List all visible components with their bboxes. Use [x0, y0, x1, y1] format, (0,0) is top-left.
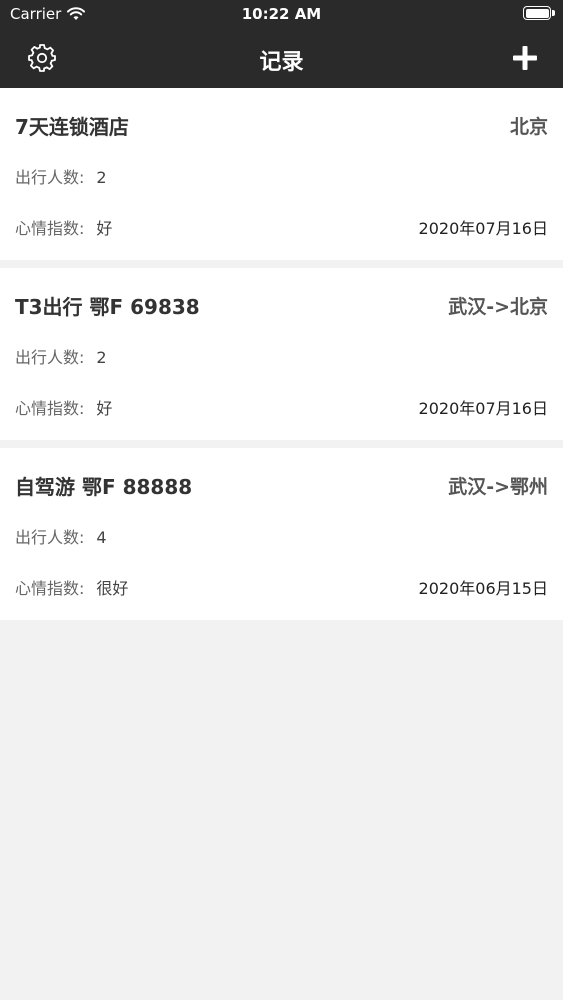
- status-time: 10:22 AM: [241, 5, 322, 23]
- record-date: 2020年07月16日: [418, 219, 548, 238]
- people-value: 2: [96, 168, 107, 187]
- people-value: 2: [96, 348, 107, 367]
- record-card[interactable]: T3出行 鄂F 69838 武汉->北京 出行人数: 2 心情指数: 好 2020年…: [0, 268, 563, 440]
- people-label: 出行人数:: [15, 348, 85, 367]
- page-title: 记录: [259, 50, 304, 75]
- mood-label: 心情指数:: [15, 219, 85, 238]
- record-title: 自驾游 鄂F 88888: [15, 475, 193, 499]
- mood-row: 心情指数: 很好: [15, 575, 128, 599]
- people-value: 4: [96, 528, 107, 547]
- record-title: 7天连锁酒店: [15, 115, 129, 139]
- record-title: T3出行 鄂F 69838: [15, 295, 200, 319]
- status-bar: Carrier 10:22 AM: [0, 0, 563, 30]
- mood-label: 心情指数:: [15, 579, 85, 598]
- record-date: 2020年07月16日: [418, 399, 548, 418]
- record-date: 2020年06月15日: [418, 579, 548, 598]
- record-card[interactable]: 7天连锁酒店 北京 出行人数: 2 心情指数: 好 2020年07月16日: [0, 88, 563, 260]
- record-card[interactable]: 自驾游 鄂F 88888 武汉->鄂州 出行人数: 4 心情指数: 很好 2020年…: [0, 448, 563, 620]
- mood-label: 心情指数:: [15, 399, 85, 418]
- record-route: 北京: [509, 116, 548, 138]
- mood-value: 很好: [96, 579, 129, 598]
- record-route: 武汉->鄂州: [448, 476, 548, 498]
- battery-icon: [523, 6, 555, 20]
- battery-fill: [525, 8, 549, 18]
- people-label: 出行人数:: [15, 168, 85, 187]
- header: Carrier 10:22 AM 记录: [0, 0, 563, 88]
- plus-icon[interactable]: [509, 42, 541, 74]
- people-row: 出行人数: 2: [15, 164, 107, 188]
- mood-value: 好: [96, 399, 113, 418]
- people-row: 出行人数: 4: [15, 524, 107, 548]
- mood-row: 心情指数: 好: [15, 395, 112, 419]
- navigation-bar: 记录: [0, 30, 563, 88]
- record-route: 武汉->北京: [448, 296, 548, 318]
- people-label: 出行人数:: [15, 528, 85, 547]
- record-list: 7天连锁酒店 北京 出行人数: 2 心情指数: 好 2020年07月16日 T3出行…: [0, 88, 563, 628]
- mood-value: 好: [96, 219, 113, 238]
- people-row: 出行人数: 2: [15, 344, 107, 368]
- mood-row: 心情指数: 好: [15, 215, 112, 239]
